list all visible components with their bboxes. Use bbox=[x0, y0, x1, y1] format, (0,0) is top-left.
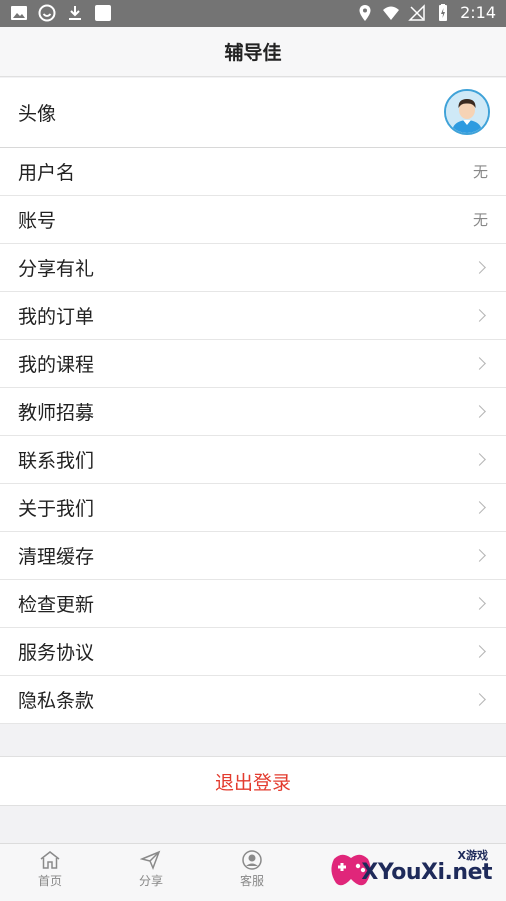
clock: 2:14 bbox=[460, 3, 496, 22]
contact-us-row[interactable]: 联系我们 bbox=[0, 436, 506, 484]
watermark-brand: XYouXi.net bbox=[361, 860, 492, 885]
tab-share-label: 分享 bbox=[138, 874, 163, 888]
tab-service-label: 客服 bbox=[239, 874, 264, 888]
clear-cache-label: 清理缓存 bbox=[18, 546, 95, 568]
tab-home-label: 首页 bbox=[37, 874, 62, 888]
settings-list: 头像 用户名 无 账号 无 分享有礼 我的订单 我的课程 教师招募 联系我们 关… bbox=[0, 78, 506, 724]
contact-us-label: 联系我们 bbox=[18, 450, 95, 472]
logout-button[interactable]: 退出登录 bbox=[0, 756, 506, 806]
chevron-right-icon bbox=[473, 645, 486, 658]
no-signal-icon bbox=[408, 3, 425, 21]
download-notification-icon bbox=[69, 6, 81, 20]
watermark: X游戏 XYouXi.net bbox=[328, 845, 498, 895]
avatar[interactable] bbox=[444, 89, 490, 135]
share-gift-label: 分享有礼 bbox=[18, 258, 95, 280]
smiley-notification-icon bbox=[38, 4, 56, 22]
chevron-right-icon bbox=[473, 357, 486, 370]
chevron-right-icon bbox=[473, 549, 486, 562]
about-us-row[interactable]: 关于我们 bbox=[0, 484, 506, 532]
chevron-right-icon bbox=[473, 597, 486, 610]
my-orders-label: 我的订单 bbox=[18, 306, 95, 328]
tab-service[interactable]: 客服 bbox=[222, 850, 282, 889]
service-agreement-label: 服务协议 bbox=[18, 642, 95, 664]
title-bar: 辅导佳 bbox=[0, 27, 506, 77]
chevron-right-icon bbox=[473, 501, 486, 514]
my-courses-label: 我的课程 bbox=[18, 354, 95, 376]
user-avatar-icon bbox=[446, 91, 488, 133]
tab-share[interactable]: 分享 bbox=[121, 850, 181, 889]
service-agreement-row[interactable]: 服务协议 bbox=[0, 628, 506, 676]
check-update-label: 检查更新 bbox=[18, 594, 95, 616]
logout-label: 退出登录 bbox=[214, 771, 291, 794]
battery-icon bbox=[439, 3, 448, 21]
status-bar: 2:14 bbox=[0, 0, 506, 27]
teacher-recruit-row[interactable]: 教师招募 bbox=[0, 388, 506, 436]
privacy-terms-label: 隐私条款 bbox=[18, 690, 95, 712]
share-gift-row[interactable]: 分享有礼 bbox=[0, 244, 506, 292]
account-row[interactable]: 账号 无 bbox=[0, 196, 506, 244]
tab-home[interactable]: 首页 bbox=[20, 850, 80, 889]
about-us-label: 关于我们 bbox=[18, 498, 95, 520]
teacher-recruit-label: 教师招募 bbox=[18, 402, 95, 424]
home-icon bbox=[40, 851, 60, 869]
username-label: 用户名 bbox=[18, 162, 76, 184]
image-notification-icon bbox=[11, 6, 27, 20]
account-label: 账号 bbox=[18, 210, 57, 232]
location-icon bbox=[359, 4, 371, 21]
page-title: 辅导佳 bbox=[224, 42, 282, 64]
chevron-right-icon bbox=[473, 309, 486, 322]
check-update-row[interactable]: 检查更新 bbox=[0, 580, 506, 628]
my-orders-row[interactable]: 我的订单 bbox=[0, 292, 506, 340]
wifi-icon bbox=[383, 6, 400, 20]
chevron-right-icon bbox=[473, 405, 486, 418]
chevron-right-icon bbox=[473, 693, 486, 706]
clear-cache-row[interactable]: 清理缓存 bbox=[0, 532, 506, 580]
customer-service-icon bbox=[242, 850, 262, 870]
account-value: 无 bbox=[472, 211, 488, 229]
chevron-right-icon bbox=[473, 453, 486, 466]
chevron-right-icon bbox=[473, 261, 486, 274]
my-courses-row[interactable]: 我的课程 bbox=[0, 340, 506, 388]
username-row[interactable]: 用户名 无 bbox=[0, 148, 506, 196]
privacy-terms-row[interactable]: 隐私条款 bbox=[0, 676, 506, 724]
app-notification-icon bbox=[95, 5, 111, 21]
avatar-row[interactable]: 头像 bbox=[0, 78, 506, 148]
avatar-label: 头像 bbox=[18, 103, 57, 125]
username-value: 无 bbox=[472, 163, 488, 181]
send-icon bbox=[140, 850, 161, 870]
